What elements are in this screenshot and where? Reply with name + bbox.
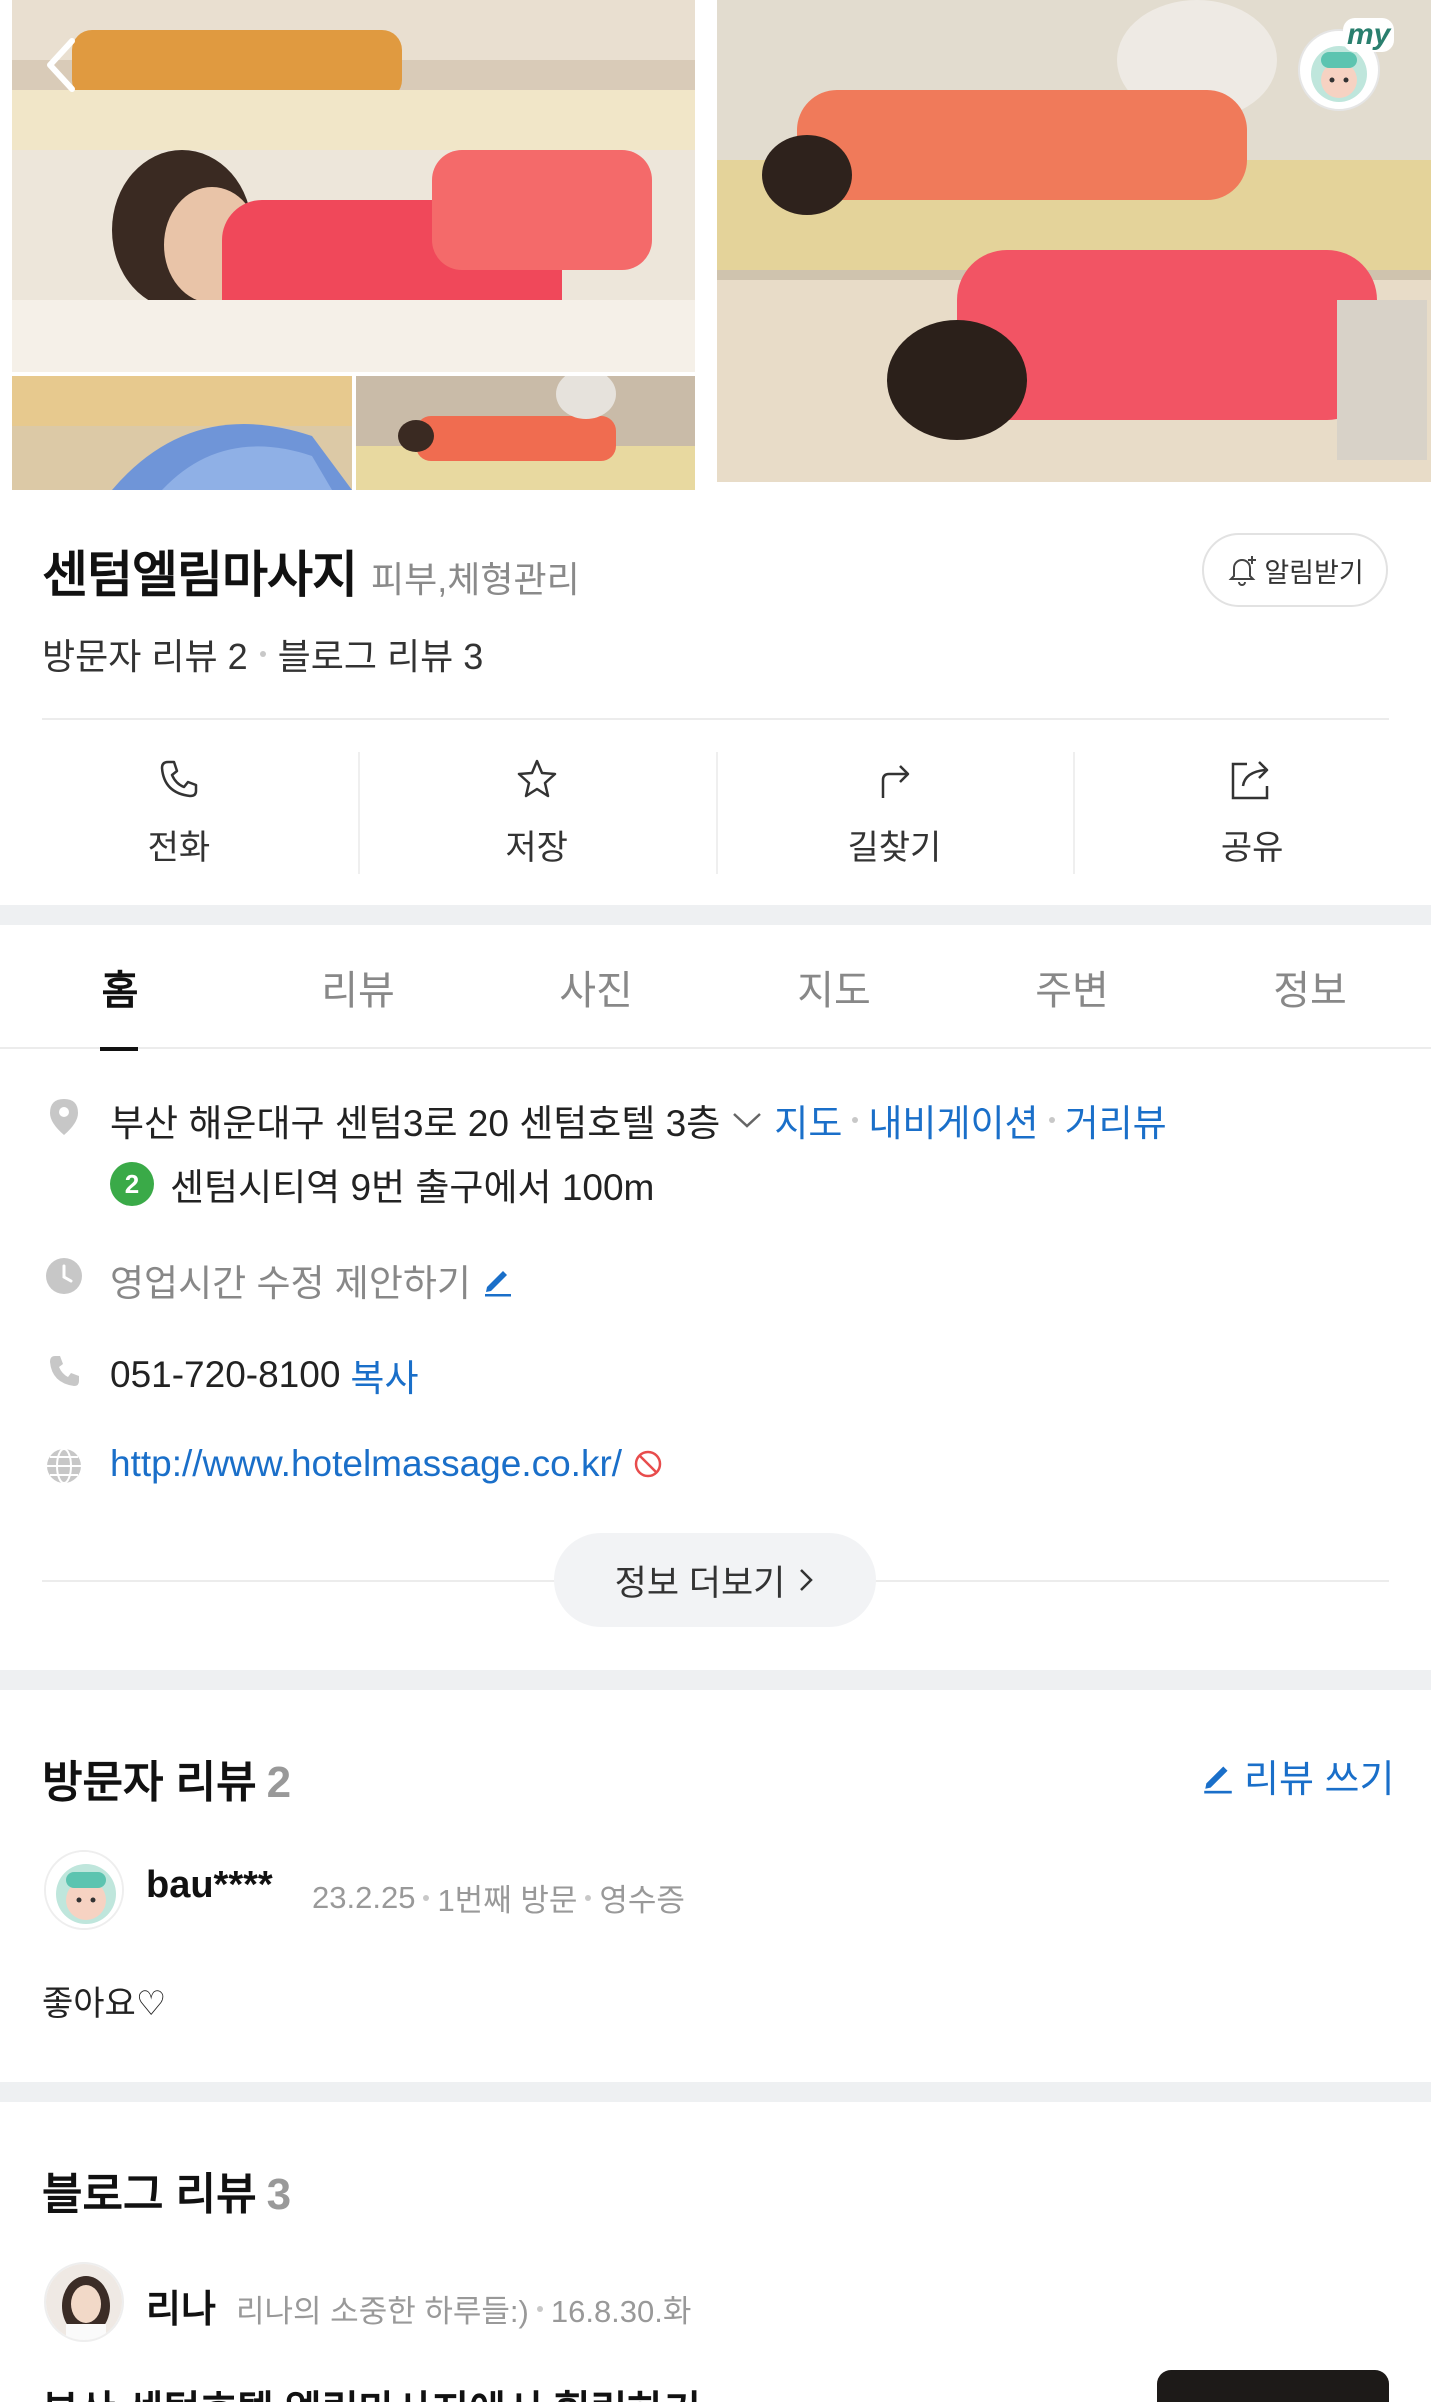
call-button[interactable]: 전화 bbox=[0, 720, 358, 905]
blog-review-title: 블로그 리뷰 bbox=[42, 2170, 257, 2219]
globe-icon bbox=[44, 1446, 84, 1486]
tab-bar: 홈 리뷰 사진 지도 주변 정보 bbox=[0, 925, 1431, 1051]
blog-post-title[interactable]: 부산 센텀호텔 엘림마사지에서 힐링하기 bbox=[42, 2378, 701, 2402]
blog-date: 16.8.30.화 bbox=[550, 2294, 692, 2329]
share-icon bbox=[1231, 761, 1269, 800]
location-pin-icon bbox=[44, 1097, 84, 1137]
navigation-link[interactable]: 내비게이션 bbox=[868, 1093, 1038, 1147]
blogger-name[interactable]: 리나 bbox=[146, 2278, 216, 2333]
separator-dot bbox=[585, 1894, 592, 1901]
phone-icon bbox=[160, 760, 198, 798]
blog-thumbnail[interactable] bbox=[1157, 2370, 1389, 2402]
photo-main[interactable] bbox=[12, 0, 695, 372]
more-info-button[interactable]: 정보 더보기 bbox=[554, 1533, 876, 1627]
map-link[interactable]: 지도 bbox=[774, 1093, 842, 1147]
my-page-button[interactable]: my bbox=[1295, 18, 1395, 112]
tab-map[interactable]: 지도 bbox=[764, 925, 904, 1049]
hours-suggest-text[interactable]: 영업시간 수정 제안하기 bbox=[110, 1253, 471, 1307]
share-button[interactable]: 공유 bbox=[1073, 720, 1431, 905]
review-meta: 23.2.25 1번째 방문 영수증 bbox=[312, 1875, 685, 1920]
action-label: 길찾기 bbox=[847, 829, 942, 867]
review-visit-count: 1번째 방문 bbox=[437, 1883, 578, 1918]
street-view-link[interactable]: 거리뷰 bbox=[1065, 1093, 1167, 1147]
tab-info[interactable]: 정보 bbox=[1240, 925, 1380, 1049]
chevron-down-icon[interactable] bbox=[730, 1108, 764, 1132]
separator-dot bbox=[536, 2305, 543, 2312]
place-title-row: 센텀엘림마사지 피부,체형관리 bbox=[42, 535, 580, 607]
photo-thumb-2[interactable] bbox=[356, 376, 695, 490]
bell-plus-icon bbox=[1228, 556, 1257, 586]
blog-review-count: 3 bbox=[266, 2170, 292, 2219]
review-proof: 영수증 bbox=[599, 1883, 685, 1918]
visitor-review-count: 2 bbox=[266, 1758, 292, 1807]
blog-review-count-link[interactable]: 블로그 리뷰 3 bbox=[278, 628, 484, 680]
more-info-label: 정보 더보기 bbox=[614, 1563, 786, 1603]
section-gap bbox=[0, 1670, 1431, 1690]
section-gap bbox=[0, 2082, 1431, 2102]
website-row: http://www.hotelmassage.co.kr/ bbox=[110, 1443, 664, 1485]
phone-icon bbox=[44, 1351, 84, 1391]
blog-name: 리나의 소중한 하루들:) bbox=[236, 2294, 529, 2329]
photo-thumb-1[interactable] bbox=[12, 376, 352, 490]
blocked-icon bbox=[634, 1450, 662, 1478]
separator-dot bbox=[259, 651, 266, 657]
directions-button[interactable]: 길찾기 bbox=[715, 720, 1074, 905]
save-button[interactable]: 저장 bbox=[357, 720, 716, 905]
copy-button[interactable]: 복사 bbox=[350, 1348, 418, 1402]
tab-nearby[interactable]: 주변 bbox=[1002, 925, 1142, 1049]
phone-row: 051-720-8100 복사 bbox=[110, 1348, 419, 1402]
action-label: 공유 bbox=[1220, 829, 1284, 867]
tab-home[interactable]: 홈 bbox=[50, 925, 190, 1051]
address-text: 부산 해운대구 센텀3로 20 센텀호텔 3층 bbox=[110, 1103, 721, 1144]
my-label: my bbox=[1343, 18, 1395, 52]
back-button[interactable] bbox=[30, 30, 90, 100]
tab-photo[interactable]: 사진 bbox=[526, 925, 666, 1049]
action-bar: 전화 저장 길찾기 공유 bbox=[0, 720, 1431, 905]
review-counts: 방문자 리뷰 2 블로그 리뷰 3 bbox=[42, 628, 483, 680]
alarm-button[interactable]: 알림받기 bbox=[1202, 533, 1388, 607]
blog-review-heading: 블로그 리뷰 3 bbox=[42, 2158, 291, 2222]
action-label: 전화 bbox=[147, 829, 211, 867]
visitor-review-heading: 방문자 리뷰 2 bbox=[42, 1746, 291, 1810]
review-body[interactable]: 좋아요♡ bbox=[42, 1976, 166, 2025]
clock-icon bbox=[44, 1256, 84, 1296]
write-review-label: 리뷰 쓰기 bbox=[1244, 1759, 1395, 1801]
separator-dot bbox=[423, 1894, 430, 1901]
pencil-icon bbox=[1204, 1765, 1232, 1793]
avatar[interactable] bbox=[44, 2262, 124, 2342]
visitor-review-count-link[interactable]: 방문자 리뷰 2 bbox=[42, 628, 248, 680]
blog-meta: 리나의 소중한 하루들:) 16.8.30.화 bbox=[236, 2286, 691, 2331]
directions-icon bbox=[882, 765, 910, 798]
photo-gallery[interactable]: my bbox=[0, 0, 1431, 492]
visitor-review-title: 방문자 리뷰 bbox=[42, 1758, 257, 1807]
tab-review[interactable]: 리뷰 bbox=[288, 925, 428, 1049]
alarm-label: 알림받기 bbox=[1264, 557, 1364, 588]
chevron-right-icon bbox=[800, 1569, 814, 1591]
subway-row: 2 센텀시티역 9번 출구에서 100m bbox=[110, 1157, 654, 1211]
phone-number[interactable]: 051-720-8100 bbox=[110, 1354, 340, 1396]
address-row: 부산 해운대구 센텀3로 20 센텀호텔 3층 지도 내비게이션 거리뷰 bbox=[110, 1093, 1167, 1147]
write-review-button[interactable]: 리뷰 쓰기 bbox=[1200, 1748, 1394, 1803]
review-date: 23.2.25 bbox=[312, 1879, 416, 1915]
star-icon bbox=[517, 759, 556, 798]
reviewer-name[interactable]: bau**** bbox=[146, 1864, 273, 1907]
chevron-left-icon bbox=[47, 38, 75, 92]
place-name: 센텀엘림마사지 bbox=[42, 547, 358, 603]
separator-dot bbox=[852, 1117, 859, 1123]
place-category: 피부,체형관리 bbox=[371, 559, 580, 600]
pencil-icon bbox=[484, 1271, 511, 1297]
action-label: 저장 bbox=[505, 829, 568, 867]
subway-text: 센텀시티역 9번 출구에서 100m bbox=[170, 1167, 655, 1208]
avatar[interactable] bbox=[44, 1850, 124, 1930]
separator-dot bbox=[1048, 1117, 1055, 1123]
subway-line-badge: 2 bbox=[110, 1162, 154, 1206]
hours-row[interactable]: 영업시간 수정 제안하기 bbox=[110, 1253, 515, 1307]
website-link[interactable]: http://www.hotelmassage.co.kr/ bbox=[110, 1443, 622, 1485]
section-gap bbox=[0, 905, 1431, 925]
